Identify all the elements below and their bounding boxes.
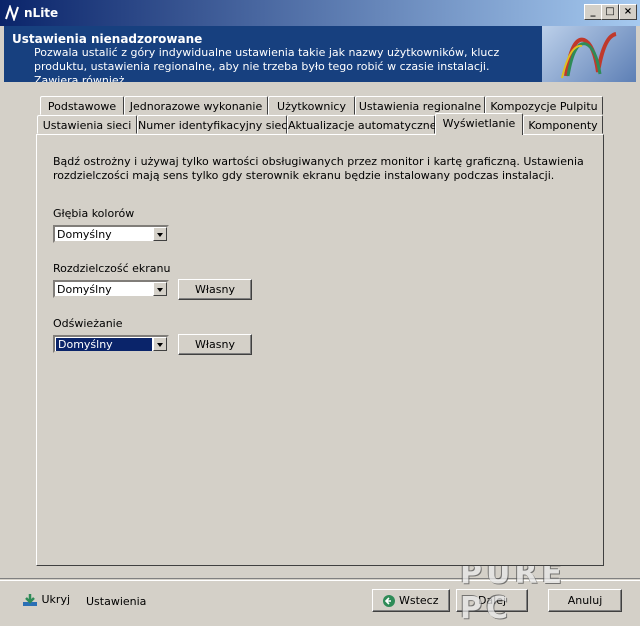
refresh-dropdown[interactable]: Domyślny <box>53 335 169 353</box>
custom-resolution-button[interactable]: Własny <box>178 279 252 300</box>
chevron-down-icon[interactable] <box>153 282 167 296</box>
window-title: nLite <box>24 6 59 20</box>
color-depth-dropdown[interactable]: Domyślny <box>53 225 169 243</box>
display-settings-panel: Bądź ostrożny i używaj tylko wartości ob… <box>36 134 604 566</box>
download-arrow-icon <box>23 594 37 606</box>
nlite-logo-icon <box>5 5 19 21</box>
back-arrow-icon <box>383 595 396 607</box>
nlite-window: nLite _ □ × Ustawienia nienadzorowane Po… <box>0 0 640 626</box>
tab-uzytkownicy[interactable]: Użytkownicy <box>268 96 355 115</box>
hide-button[interactable]: Ukryj <box>22 593 70 607</box>
custom-refresh-button[interactable]: Własny <box>178 334 252 355</box>
tab-podstawowe[interactable]: Podstawowe <box>40 96 124 115</box>
tab-ustawienia-sieci[interactable]: Ustawienia sieci <box>37 115 137 134</box>
chevron-down-icon[interactable] <box>153 227 167 241</box>
hide-label: Ukryj <box>41 593 71 606</box>
resolution-label: Rozdzielczość ekranu <box>53 262 171 275</box>
resolution-dropdown[interactable]: Domyślny <box>53 280 169 298</box>
nlite-logo <box>542 26 636 82</box>
warning-note: Bądź ostrożny i używaj tylko wartości ob… <box>53 155 584 182</box>
header-description: Pozwala ustalić z góry indywidualne usta… <box>34 46 500 82</box>
resolution-value: Domyślny <box>57 283 112 296</box>
back-label: Wstecz <box>398 594 439 607</box>
color-depth-value: Domyślny <box>57 228 112 241</box>
page-header: Ustawienia nienadzorowane Pozwala ustali… <box>4 26 636 82</box>
close-button[interactable]: × <box>619 4 637 20</box>
header-title: Ustawienia nienadzorowane <box>12 32 203 46</box>
tab-numer-identyfikacyjny-sieci[interactable]: Numer identyfikacyjny sieci <box>137 115 290 134</box>
refresh-value: Domyślny <box>56 338 152 351</box>
minimize-button[interactable]: _ <box>584 4 602 20</box>
settings-label: Ustawienia <box>86 595 147 608</box>
tab-komponenty[interactable]: Komponenty <box>523 115 603 134</box>
refresh-label: Odświeżanie <box>53 317 123 330</box>
maximize-button[interactable]: □ <box>601 4 619 20</box>
title-bar[interactable]: nLite _ □ × <box>0 0 640 26</box>
tab-jednorazowe-wykonanie[interactable]: Jednorazowe wykonanie <box>124 96 268 115</box>
tab-aktualizacje-automatyczne[interactable]: Aktualizacje automatyczne <box>287 115 437 134</box>
back-button[interactable]: Wstecz <box>372 589 450 612</box>
color-depth-label: Głębia kolorów <box>53 207 135 220</box>
tab-wyswietlanie[interactable]: Wyświetlanie <box>435 113 523 135</box>
chevron-down-icon[interactable] <box>153 337 167 351</box>
nlite-n-icon <box>561 32 617 79</box>
